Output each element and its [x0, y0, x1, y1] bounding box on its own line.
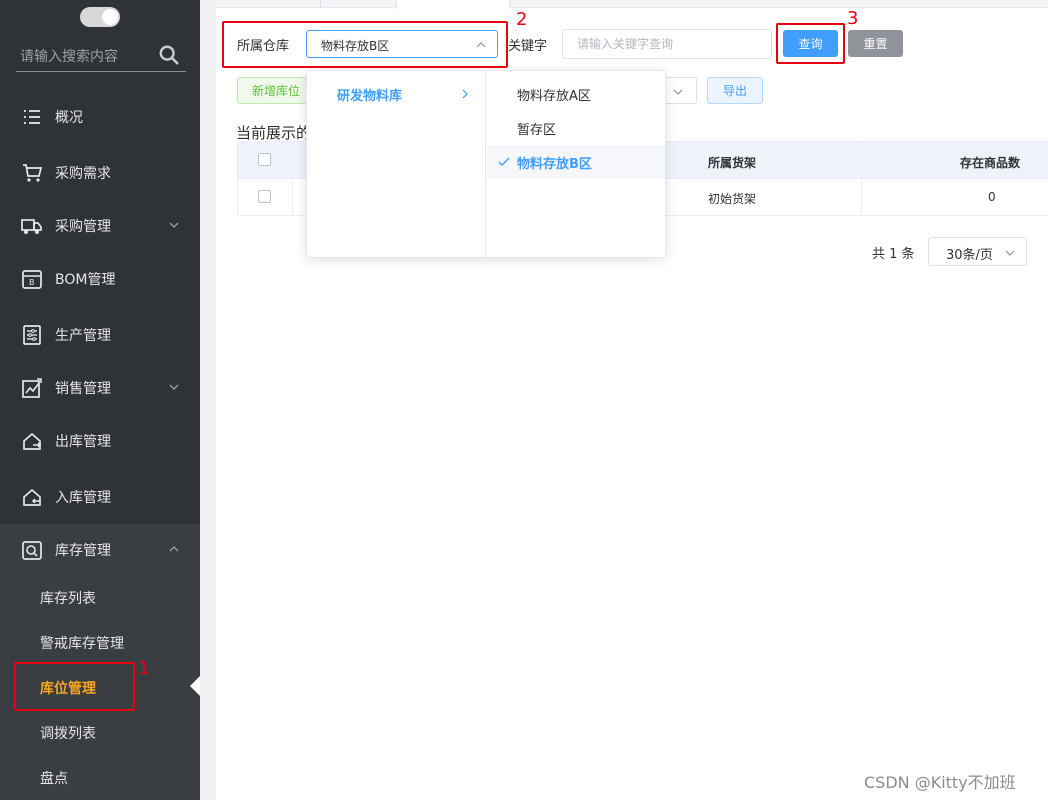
- submenu-inventory-list[interactable]: 库存列表: [40, 588, 96, 608]
- tab-bar: [216, 0, 1048, 9]
- add-location-button[interactable]: 新增库位: [237, 77, 307, 104]
- annotation-number-1: 1: [138, 658, 150, 679]
- watermark: CSDN @Kitty不加班: [864, 773, 1016, 792]
- menu-label: 采购需求: [55, 166, 111, 182]
- menu-label: 概况: [55, 110, 83, 126]
- annotation-box-1: [14, 662, 135, 711]
- cascader-option-label: 物料存放B区: [517, 156, 592, 172]
- column-header-count: 存在商品数: [960, 156, 1021, 170]
- chevron-right-icon: [462, 89, 468, 99]
- submenu-stocktake[interactable]: 盘点: [40, 768, 68, 788]
- showing-text: 当前展示的: [236, 124, 312, 142]
- bom-icon: B: [21, 268, 43, 290]
- annotation-number-3: 3: [847, 8, 859, 29]
- keyword-input-wrap: [562, 29, 772, 59]
- pagination-total: 共 1 条: [872, 247, 915, 262]
- menu-label: 出库管理: [55, 434, 111, 450]
- production-icon: [21, 324, 43, 346]
- page-size-select[interactable]: 30条/页: [928, 237, 1027, 266]
- cascader-option-label: 暂存区: [517, 122, 557, 138]
- warehouse-cascader-dropdown: 研发物料库 物料存放A区 暂存区 物料存放B区: [306, 70, 666, 258]
- cart-icon: [21, 162, 43, 184]
- chevron-down-icon: [673, 89, 683, 95]
- keyword-label: 关键字: [508, 39, 548, 54]
- menu-item-production[interactable]: 生产管理: [0, 308, 200, 362]
- menu-item-purchase-management[interactable]: 采购管理: [0, 199, 200, 253]
- export-button[interactable]: 导出: [707, 77, 763, 104]
- active-indicator: [190, 676, 200, 696]
- chevron-down-icon: [169, 384, 179, 390]
- chevron-up-icon: [169, 546, 179, 552]
- list-icon: [21, 106, 43, 128]
- menu-label: 采购管理: [55, 219, 111, 235]
- cascader-option-area-a[interactable]: 物料存放A区: [487, 77, 665, 111]
- chevron-down-icon: [1005, 250, 1015, 256]
- outbound-icon: [21, 430, 43, 452]
- sidebar-search[interactable]: 请输入搜索内容: [16, 42, 186, 72]
- menu-item-outbound[interactable]: 出库管理: [0, 414, 200, 468]
- cell-shelf: 初始货架: [708, 192, 757, 206]
- menu-item-bom[interactable]: B BOM管理: [0, 252, 200, 306]
- cascader-option-area-b[interactable]: 物料存放B区: [487, 145, 665, 179]
- truck-icon: [21, 215, 43, 237]
- menu-label: 入库管理: [55, 490, 111, 506]
- annotation-box-2: [222, 21, 508, 68]
- column-header-shelf: 所属货架: [708, 156, 757, 170]
- cascader-option-temp-area[interactable]: 暂存区: [487, 111, 665, 145]
- menu-item-sales[interactable]: 销售管理: [0, 361, 200, 415]
- check-icon: [498, 157, 510, 166]
- cascader-option-label: 研发物料库: [337, 88, 403, 104]
- menu-label: 库存管理: [55, 543, 111, 559]
- svg-text:B: B: [29, 278, 35, 287]
- sidebar-divider: [200, 0, 216, 800]
- menu-item-inventory[interactable]: 库存管理: [0, 523, 200, 577]
- sidebar-search-placeholder: 请输入搜索内容: [20, 49, 118, 65]
- menu-item-inbound[interactable]: 入库管理: [0, 470, 200, 524]
- chevron-down-icon: [169, 222, 179, 228]
- page-size-value: 30条/页: [946, 248, 993, 263]
- cell-count: 0: [988, 190, 996, 204]
- cascader-level1: 研发物料库: [307, 71, 486, 257]
- select-all-checkbox[interactable]: [258, 153, 271, 166]
- cascader-option-label: 物料存放A区: [517, 88, 591, 104]
- search-icon[interactable]: [158, 44, 180, 66]
- row-checkbox[interactable]: [258, 190, 271, 203]
- menu-label: 生产管理: [55, 328, 111, 344]
- menu-label: 销售管理: [55, 381, 111, 397]
- sales-icon: [21, 377, 43, 399]
- menu-label: BOM管理: [55, 272, 116, 288]
- inbound-icon: [21, 486, 43, 508]
- cascader-level2: 物料存放A区 暂存区 物料存放B区: [487, 71, 665, 257]
- menu-item-overview[interactable]: 概况: [0, 90, 200, 144]
- inventory-icon: [21, 539, 43, 561]
- keyword-input[interactable]: [563, 30, 771, 58]
- sidebar-toggle[interactable]: [80, 7, 120, 27]
- cascader-option-rd-warehouse[interactable]: 研发物料库: [307, 77, 485, 111]
- menu-item-purchase-demand[interactable]: 采购需求: [0, 146, 200, 200]
- submenu-alert-inventory[interactable]: 警戒库存管理: [40, 633, 124, 653]
- tab-active[interactable]: [396, 0, 510, 9]
- reset-button[interactable]: 重置: [848, 30, 903, 57]
- submenu-transfer-list[interactable]: 调拨列表: [40, 723, 96, 743]
- annotation-box-3: [776, 23, 845, 64]
- annotation-number-2: 2: [516, 9, 528, 30]
